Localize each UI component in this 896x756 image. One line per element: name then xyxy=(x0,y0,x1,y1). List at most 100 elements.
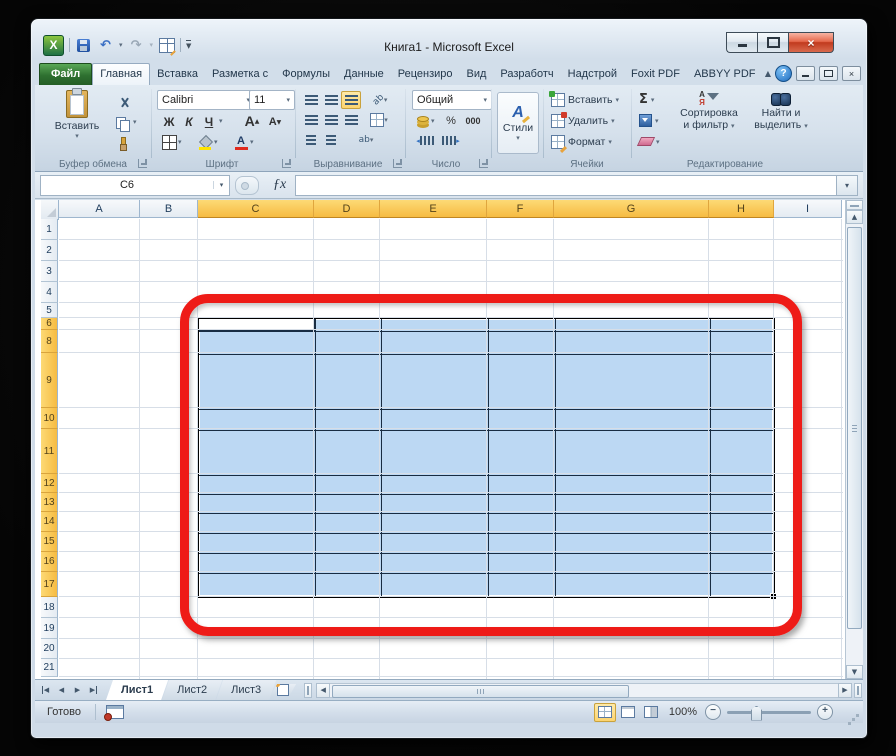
clipboard-dialog-launcher[interactable] xyxy=(138,159,147,168)
align-bottom-button[interactable] xyxy=(341,91,361,109)
copy-button[interactable] xyxy=(111,113,133,133)
orientation-button[interactable]: ab▾ xyxy=(367,91,393,109)
workbook-restore-button[interactable] xyxy=(819,66,838,81)
vertical-split-handle[interactable] xyxy=(846,200,863,210)
sheet-tab-Лист1[interactable]: Лист1 xyxy=(106,680,168,700)
clear-button[interactable]: ▾ xyxy=(639,137,660,146)
horizontal-scrollbar[interactable]: ◀ ▶ xyxy=(316,683,852,698)
find-select-button[interactable]: Найти ивыделить ▾ xyxy=(749,91,813,132)
bold-button[interactable]: Ж xyxy=(159,112,179,131)
row-header-12[interactable]: 12 xyxy=(41,474,58,493)
zoom-in-button[interactable]: + xyxy=(817,704,833,720)
row-header-8[interactable]: 8 xyxy=(41,330,58,353)
horizontal-scroll-track[interactable] xyxy=(330,683,838,698)
tab-Разработч[interactable]: Разработч xyxy=(493,64,560,85)
styles-button[interactable]: А Стили ▾ xyxy=(497,92,539,154)
format-cells-button[interactable]: Формат▾ xyxy=(551,135,612,149)
tab-Файл[interactable]: Файл xyxy=(39,63,92,85)
row-header-17[interactable]: 17 xyxy=(41,572,58,597)
font-dialog-launcher[interactable] xyxy=(282,159,291,168)
row-header-16[interactable]: 16 xyxy=(41,552,58,572)
underline-button[interactable]: Ч xyxy=(199,112,219,131)
fill-color-dropdown-icon[interactable]: ▾ xyxy=(214,138,218,146)
first-sheet-button[interactable]: ◀ xyxy=(38,683,53,698)
row-header-19[interactable]: 19 xyxy=(41,618,58,639)
name-box[interactable]: C6 ▾ xyxy=(40,175,230,196)
paste-button[interactable]: Вставить ▾ xyxy=(49,90,105,140)
last-sheet-button[interactable]: ▶ xyxy=(86,683,101,698)
maximize-button[interactable] xyxy=(757,32,789,53)
row-header-18[interactable]: 18 xyxy=(41,597,58,618)
copy-dropdown-icon[interactable]: ▾ xyxy=(133,118,137,126)
normal-view-button[interactable] xyxy=(594,703,616,722)
align-top-button[interactable] xyxy=(301,91,321,109)
horizontal-scroll-thumb[interactable] xyxy=(332,685,629,698)
autosum-button[interactable]: Σ▾ xyxy=(639,92,654,107)
column-header-A[interactable]: A xyxy=(59,200,140,218)
italic-button[interactable]: К xyxy=(179,112,199,131)
font-color-dropdown-icon[interactable]: ▾ xyxy=(250,138,254,146)
column-header-D[interactable]: D xyxy=(314,200,380,218)
accounting-dropdown-icon[interactable]: ▾ xyxy=(431,117,435,125)
zoom-slider-thumb[interactable] xyxy=(751,706,762,721)
fill-color-button[interactable] xyxy=(195,133,215,152)
align-right-button[interactable] xyxy=(341,111,361,129)
minimize-button[interactable] xyxy=(726,32,757,53)
scroll-left-button[interactable]: ◀ xyxy=(316,683,330,698)
wrap-text-button[interactable]: ab▾ xyxy=(351,131,381,149)
number-dialog-launcher[interactable] xyxy=(479,159,488,168)
row-header-3[interactable]: 3 xyxy=(41,261,58,282)
insert-cells-button[interactable]: Вставить▾ xyxy=(551,93,619,107)
select-all-corner[interactable] xyxy=(41,200,59,220)
insert-function-button[interactable]: ƒx xyxy=(264,177,295,193)
resize-grip[interactable] xyxy=(843,709,855,721)
percent-style-button[interactable]: % xyxy=(441,112,461,130)
number-format-select[interactable]: Общий▾ xyxy=(412,90,492,110)
macro-record-button[interactable] xyxy=(106,705,124,719)
vertical-scroll-thumb[interactable] xyxy=(847,227,862,629)
row-header-21[interactable]: 21 xyxy=(41,659,58,677)
cut-button[interactable] xyxy=(113,93,135,113)
tab-Вставка[interactable]: Вставка xyxy=(150,64,205,85)
align-left-button[interactable] xyxy=(301,111,321,129)
help-icon[interactable]: ? xyxy=(775,65,792,82)
tab-ABBYY PDF[interactable]: ABBYY PDF xyxy=(687,64,763,85)
row-header-20[interactable]: 20 xyxy=(41,639,58,659)
tab-split-handle[interactable] xyxy=(304,683,312,698)
borders-button[interactable] xyxy=(159,133,179,152)
delete-cells-button[interactable]: Удалить▾ xyxy=(551,114,615,128)
increase-decimal-button[interactable]: ◂ xyxy=(414,132,436,149)
align-center-button[interactable] xyxy=(321,111,341,129)
column-header-G[interactable]: G xyxy=(554,200,709,218)
column-header-B[interactable]: B xyxy=(140,200,198,218)
increase-indent-button[interactable] xyxy=(321,131,341,149)
vertical-scrollbar[interactable]: ▲ ▼ xyxy=(845,200,863,679)
name-box-dropdown-icon[interactable]: ▾ xyxy=(213,181,229,189)
grow-font-button[interactable]: А▲ xyxy=(241,111,263,131)
row-header-1[interactable]: 1 xyxy=(41,219,58,240)
formula-bar-splitter[interactable] xyxy=(235,176,259,195)
page-break-view-button[interactable] xyxy=(640,703,662,722)
workbook-minimize-button[interactable] xyxy=(796,66,815,81)
zoom-out-button[interactable]: − xyxy=(705,704,721,720)
tab-Разметка с[interactable]: Разметка с xyxy=(205,64,275,85)
tab-Вид[interactable]: Вид xyxy=(460,64,494,85)
alignment-dialog-launcher[interactable] xyxy=(393,159,402,168)
column-header-C[interactable]: C xyxy=(198,200,314,218)
column-header-H[interactable]: H xyxy=(709,200,774,218)
row-header-5[interactable]: 5 xyxy=(41,303,58,318)
sheet-tab-Лист3[interactable]: Лист3 xyxy=(216,680,276,700)
accounting-format-button[interactable] xyxy=(412,112,432,130)
horizontal-split-handle[interactable] xyxy=(854,683,862,698)
tab-Надстрой[interactable]: Надстрой xyxy=(561,64,624,85)
shrink-font-button[interactable]: А▼ xyxy=(265,113,285,131)
comma-style-button[interactable]: 000 xyxy=(461,112,485,130)
previous-sheet-button[interactable]: ◀ xyxy=(54,683,69,698)
font-family-select[interactable]: Calibri▾ xyxy=(157,90,255,110)
row-header-9[interactable]: 9 xyxy=(41,353,58,408)
column-header-F[interactable]: F xyxy=(487,200,554,218)
scroll-right-button[interactable]: ▶ xyxy=(838,683,852,698)
tab-Рецензиро[interactable]: Рецензиро xyxy=(391,64,460,85)
column-header-E[interactable]: E xyxy=(380,200,487,218)
close-button[interactable]: × xyxy=(789,32,834,53)
